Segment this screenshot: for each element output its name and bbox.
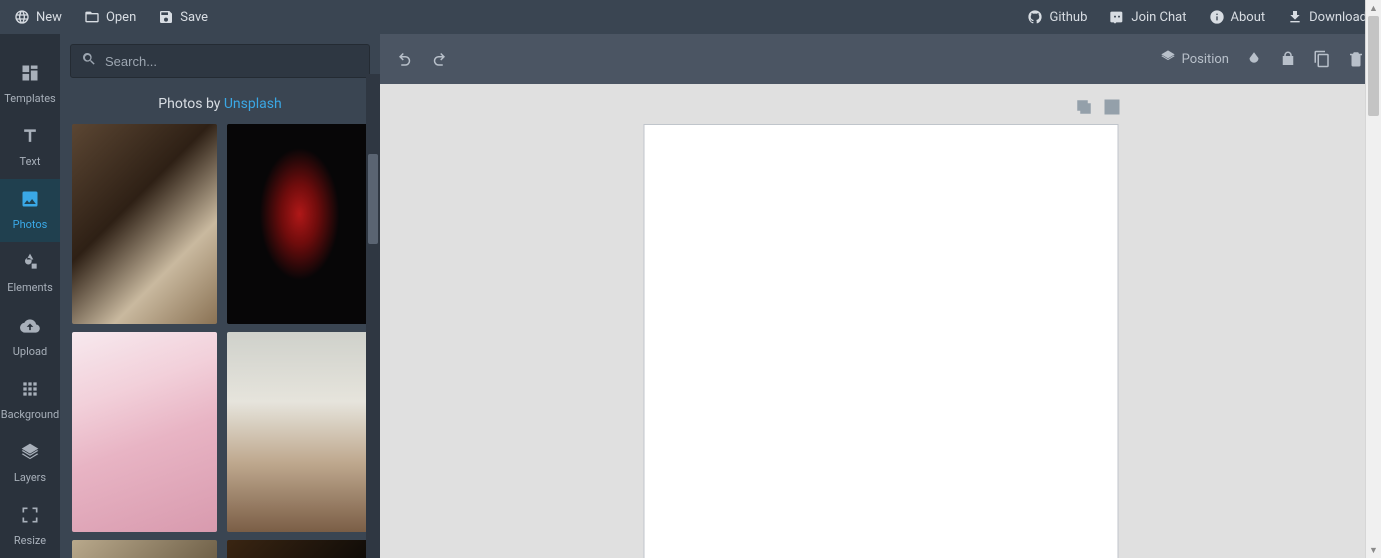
sidebar-item-photos[interactable]: Photos [0, 179, 60, 242]
save-button[interactable]: Save [158, 9, 208, 25]
workspace[interactable] [380, 84, 1381, 558]
photo-thumbnail[interactable] [227, 332, 372, 532]
sidebar-item-label: Photos [13, 218, 48, 231]
sidebar-item-text[interactable]: Text [0, 115, 60, 178]
position-label: Position [1182, 52, 1229, 67]
github-link[interactable]: Github [1027, 9, 1087, 25]
sidebar-item-background[interactable]: Background [0, 368, 60, 431]
info-icon [1209, 9, 1225, 25]
page-scrollbar-thumb[interactable] [1368, 16, 1379, 116]
lock-button[interactable] [1279, 50, 1297, 68]
layers-icon [1160, 49, 1176, 69]
main: Templates Text Photos Elements Upload [0, 34, 1381, 558]
photo-thumbnail[interactable] [72, 332, 217, 532]
photo-thumbnail[interactable] [72, 124, 217, 324]
photos-icon [20, 189, 40, 212]
download-button[interactable]: Download [1287, 9, 1367, 25]
sidebar-item-templates[interactable]: Templates [0, 52, 60, 115]
panel-scrollbar[interactable] [366, 74, 380, 558]
github-label: Github [1049, 10, 1087, 25]
search-input[interactable] [105, 54, 359, 69]
globe-icon [14, 9, 30, 25]
join-chat-label: Join Chat [1131, 10, 1186, 25]
sidebar-item-label: Background [1, 408, 59, 421]
open-label: Open [106, 10, 136, 25]
discord-icon [1109, 9, 1125, 25]
templates-icon [20, 63, 40, 86]
heading-prefix: Photos by [158, 96, 224, 112]
new-button[interactable]: New [14, 9, 62, 25]
github-icon [1027, 9, 1043, 25]
resize-icon [20, 505, 40, 528]
photo-thumbnail[interactable] [227, 124, 372, 324]
sidebar-item-upload[interactable]: Upload [0, 305, 60, 368]
save-label: Save [180, 10, 208, 25]
opacity-button[interactable] [1245, 50, 1263, 68]
duplicate-button[interactable] [1313, 50, 1331, 68]
panel-heading: Photos by Unsplash [60, 88, 380, 124]
sidebar-item-label: Upload [13, 345, 47, 358]
panel-scrollbar-thumb[interactable] [368, 154, 378, 244]
open-button[interactable]: Open [84, 9, 136, 25]
sidebar-item-resize[interactable]: Resize [0, 495, 60, 558]
side-nav: Templates Text Photos Elements Upload [0, 34, 60, 558]
delete-button[interactable] [1347, 50, 1365, 68]
download-icon [1287, 9, 1303, 25]
save-icon [158, 9, 174, 25]
sidebar-item-label: Templates [4, 92, 55, 105]
scroll-down-arrow[interactable]: ▼ [1366, 542, 1381, 558]
page-scrollbar[interactable]: ▲ ▼ [1365, 0, 1381, 558]
canvas-page[interactable] [643, 124, 1118, 558]
redo-button[interactable] [430, 50, 448, 68]
undo-button[interactable] [396, 50, 414, 68]
upload-icon [20, 316, 40, 339]
join-chat-link[interactable]: Join Chat [1109, 9, 1186, 25]
new-label: New [36, 10, 62, 25]
sidebar-item-label: Text [20, 155, 41, 168]
background-icon [20, 379, 40, 402]
position-button[interactable]: Position [1160, 49, 1229, 69]
folder-open-icon [84, 9, 100, 25]
download-label: Download [1309, 10, 1367, 25]
layers-icon [20, 442, 40, 465]
action-bar: Position [380, 34, 1381, 84]
about-link[interactable]: About [1209, 9, 1266, 25]
photo-thumbnail[interactable] [227, 540, 372, 558]
topbar: New Open Save Github Join Chat [0, 0, 1381, 34]
sidebar-item-layers[interactable]: Layers [0, 432, 60, 495]
search-bar [70, 44, 370, 78]
about-label: About [1231, 10, 1266, 25]
search-icon [81, 51, 97, 71]
text-icon [20, 126, 40, 149]
sidebar-item-label: Resize [14, 534, 46, 547]
duplicate-page-button[interactable] [1075, 98, 1093, 116]
elements-icon [20, 252, 40, 275]
photo-grid [72, 124, 372, 558]
photos-panel: Photos by Unsplash ‹ [60, 34, 380, 558]
scroll-up-arrow[interactable]: ▲ [1366, 0, 1381, 16]
canvas-area: Position [380, 34, 1381, 558]
add-page-button[interactable] [1103, 98, 1121, 116]
sidebar-item-elements[interactable]: Elements [0, 242, 60, 305]
photo-thumbnail[interactable] [72, 540, 217, 558]
sidebar-item-label: Layers [14, 471, 46, 484]
unsplash-link[interactable]: Unsplash [224, 96, 282, 112]
sidebar-item-label: Elements [7, 281, 53, 294]
